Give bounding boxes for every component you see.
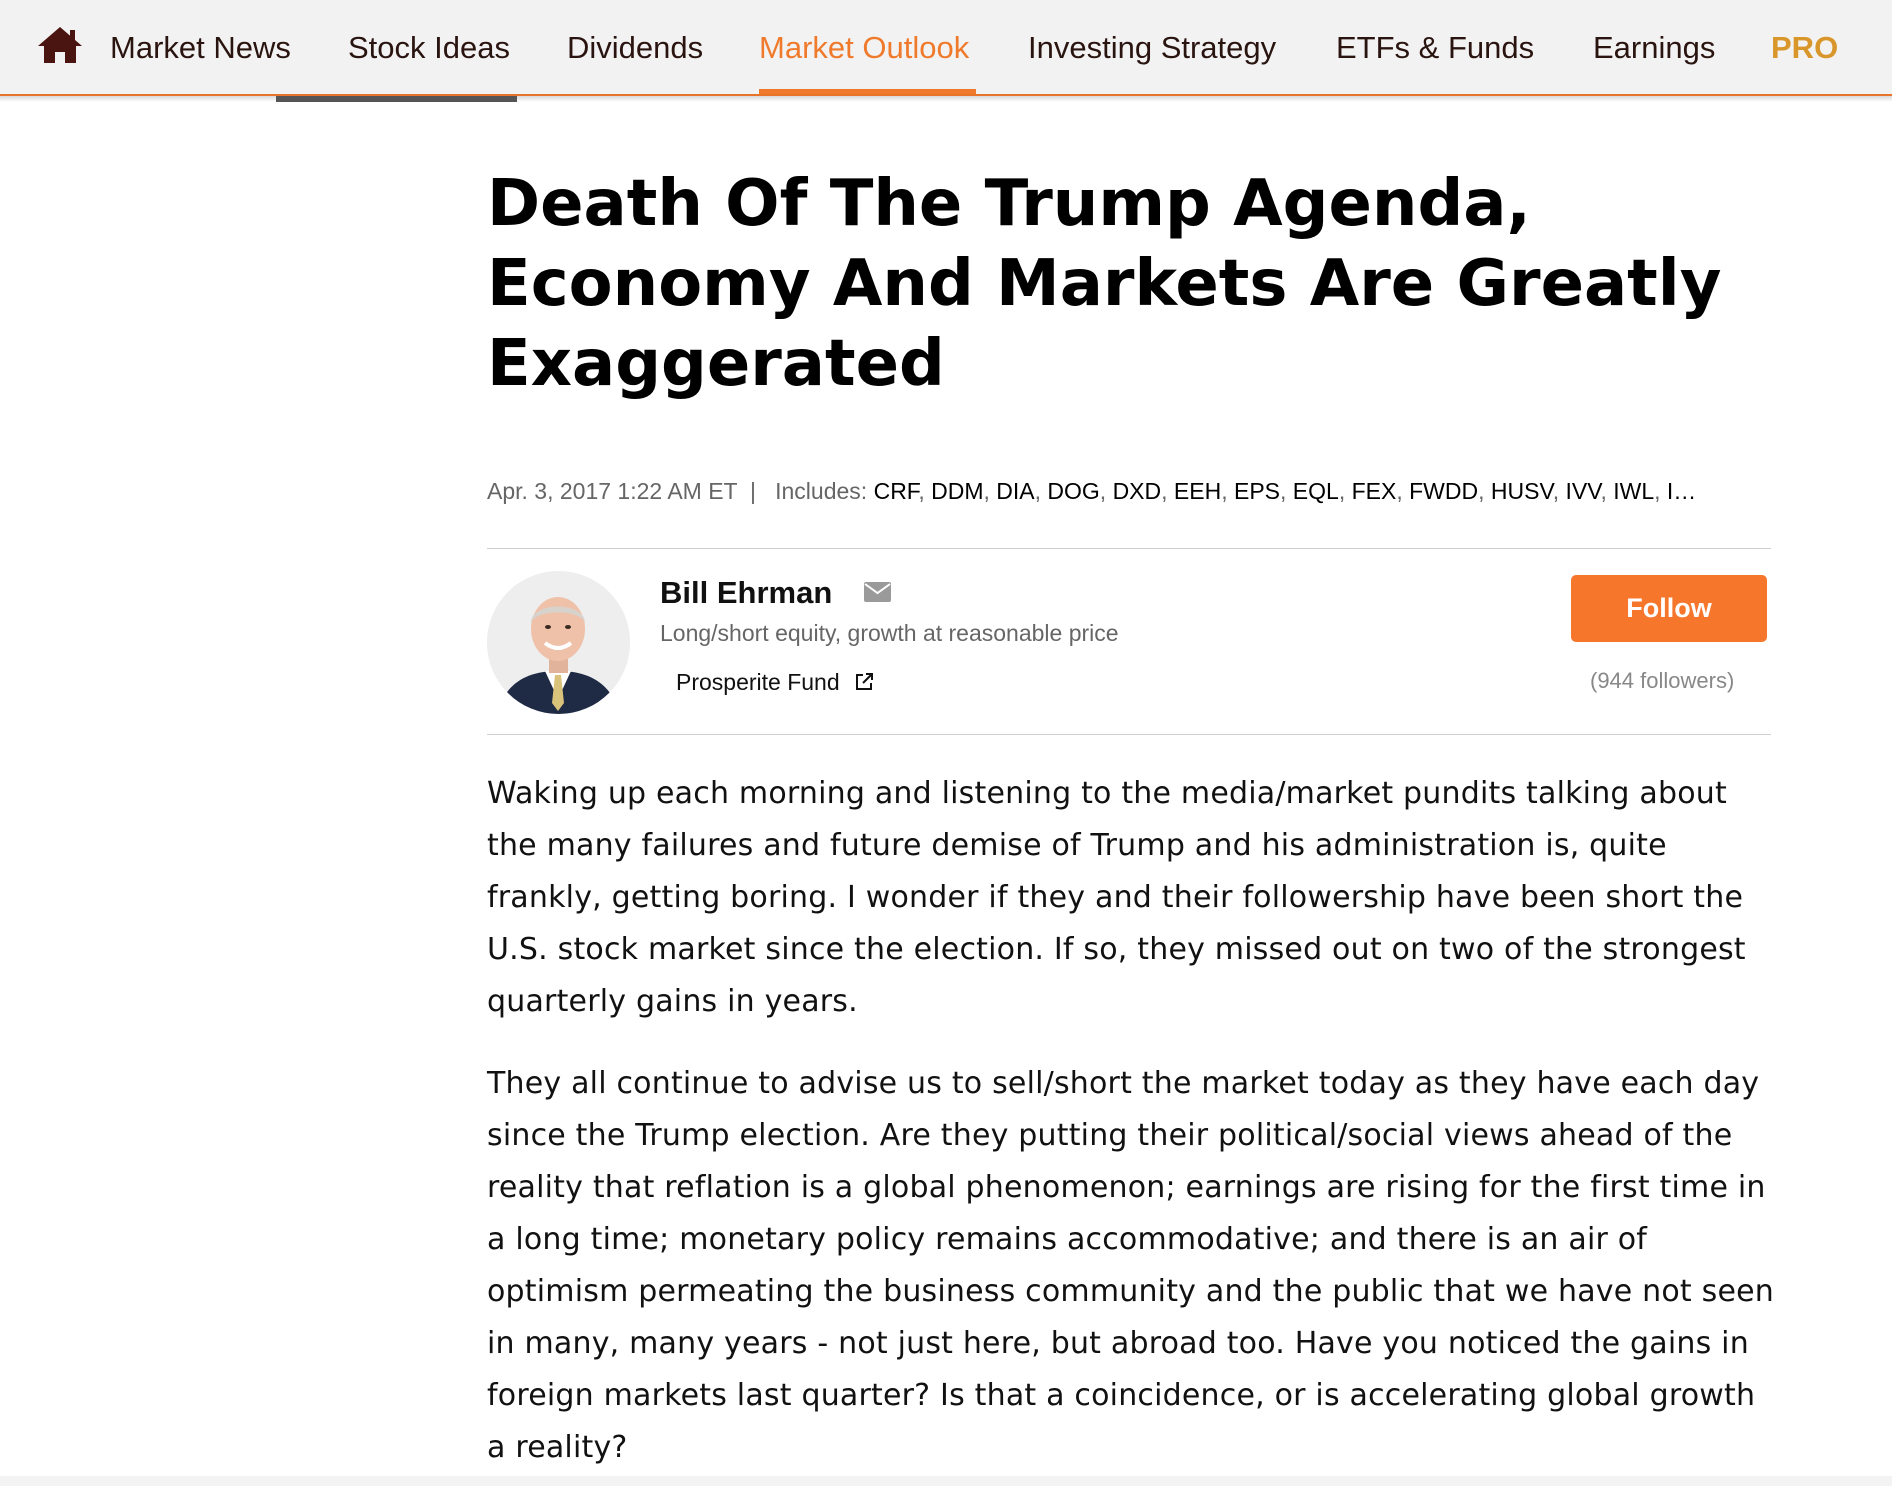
active-tab-indicator xyxy=(759,89,976,94)
ticker-link[interactable]: DIA xyxy=(996,478,1034,504)
ticker-link[interactable]: IWL xyxy=(1613,478,1654,504)
avatar[interactable] xyxy=(487,571,630,714)
ticker-link[interactable]: IVV xyxy=(1565,478,1600,504)
nav-item-dividends[interactable]: Dividends xyxy=(567,28,703,68)
ticker-separator: , xyxy=(1396,478,1410,504)
home-icon[interactable] xyxy=(36,25,84,65)
follower-count: (944 followers) xyxy=(1590,668,1735,693)
nav-item-pro[interactable]: PRO xyxy=(1771,28,1838,68)
ticker-separator: , xyxy=(1552,478,1566,504)
ticker-link[interactable]: FEX xyxy=(1352,478,1397,504)
ticker-link[interactable]: FWDD xyxy=(1409,478,1478,504)
divider xyxy=(487,548,1771,549)
ticker-separator: , xyxy=(1099,478,1113,504)
follow-button[interactable]: Follow xyxy=(1571,575,1767,642)
hover-indicator xyxy=(276,96,517,102)
ticker-separator: , xyxy=(983,478,997,504)
page-bottom-edge xyxy=(0,1476,1892,1486)
article-paragraph: Waking up each morning and listening to … xyxy=(487,776,1746,1019)
fund-link[interactable]: Prosperite Fund xyxy=(676,669,840,696)
ticker-link[interactable]: DOG xyxy=(1047,478,1099,504)
nav-item-etfs-funds[interactable]: ETFs & Funds xyxy=(1336,28,1534,68)
nav-item-earnings[interactable]: Earnings xyxy=(1593,28,1715,68)
ticker-separator: , xyxy=(1478,478,1491,504)
ticker-link[interactable]: EQL xyxy=(1293,478,1339,504)
author-bio: Long/short equity, growth at reasonable … xyxy=(660,620,1119,646)
article-paragraph: They all continue to advise us to sell/s… xyxy=(487,1066,1774,1465)
nav-item-investing-strategy[interactable]: Investing Strategy xyxy=(1028,28,1276,68)
ticker-link[interactable]: DDM xyxy=(931,478,983,504)
ticker-list: CRF, DDM, DIA, DOG, DXD, EEH, EPS, EQL, … xyxy=(874,478,1697,504)
top-nav: Market News Stock Ideas Dividends Market… xyxy=(0,0,1892,96)
article-title: Death Of The Trump Agenda, Economy And M… xyxy=(487,167,1722,401)
nav-item-market-outlook[interactable]: Market Outlook xyxy=(759,28,969,68)
ticker-separator: , xyxy=(918,478,932,504)
includes-label: Includes: xyxy=(775,478,868,504)
nav-item-stock-ideas[interactable]: Stock Ideas xyxy=(348,28,510,68)
divider xyxy=(487,734,1771,735)
ticker-link[interactable]: EPS xyxy=(1234,478,1280,504)
ticker-link[interactable]: DXD xyxy=(1113,478,1162,504)
ticker-separator: , xyxy=(1600,478,1614,504)
ticker-overflow[interactable]: I… xyxy=(1667,478,1696,504)
ticker-separator: , xyxy=(1161,478,1174,504)
author-photo xyxy=(487,571,630,714)
article-date: Apr. 3, 2017 1:22 AM ET xyxy=(487,478,738,504)
ticker-link[interactable]: EEH xyxy=(1174,478,1221,504)
ticker-separator: , xyxy=(1280,478,1293,504)
ticker-link[interactable]: CRF xyxy=(874,478,919,504)
ticker-separator: , xyxy=(1338,478,1352,504)
mail-icon[interactable] xyxy=(864,582,891,602)
external-link-icon[interactable] xyxy=(854,672,874,692)
ticker-separator: , xyxy=(1221,478,1234,504)
author-name[interactable]: Bill Ehrman xyxy=(660,575,832,611)
ticker-separator: , xyxy=(1654,478,1667,504)
article-meta: Apr. 3, 2017 1:22 AM ET | Includes: CRF,… xyxy=(487,478,1767,505)
nav-item-market-news[interactable]: Market News xyxy=(110,28,291,68)
ticker-link[interactable]: HUSV xyxy=(1491,478,1553,504)
meta-divider: | xyxy=(743,478,769,504)
ticker-separator: , xyxy=(1034,478,1048,504)
